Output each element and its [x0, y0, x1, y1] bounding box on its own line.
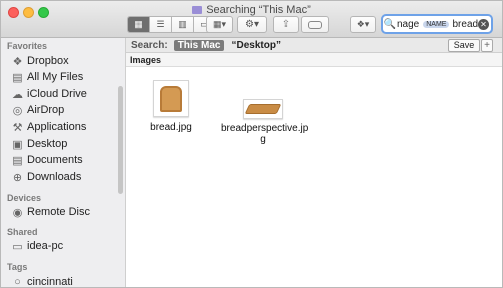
sidebar-item-idea-pc[interactable]: ▭ idea-pc [11, 238, 63, 254]
save-search-button[interactable]: Save [448, 39, 480, 52]
sidebar-heading-tags: Tags [7, 262, 28, 272]
file-item[interactable]: breadperspective.jp g [221, 99, 309, 145]
sidebar-item-desktop[interactable]: ▣ Desktop [11, 136, 67, 152]
file-thumbnail [153, 80, 189, 117]
sidebar-item-icloud-drive[interactable]: ☁ iCloud Drive [11, 86, 87, 102]
file-name-line-1: breadperspective.jp [221, 123, 309, 134]
list-view-icon: ☰ [156, 19, 165, 29]
toolbar: Searching “This Mac” ▦ ☰ ▥ ▭ ▦▾ ⚙▾ ⇪ ❖▾ … [1, 1, 502, 38]
share-icon: ⇪ [281, 19, 291, 30]
sidebar-item-applications[interactable]: ⚒ Applications [11, 119, 87, 135]
dropbox-icon: ❖ [12, 55, 23, 68]
arrange-button[interactable]: ▦▾ [206, 16, 233, 33]
bread-perspective-image-icon [244, 104, 282, 114]
sidebar-item-dropbox[interactable]: ❖ Dropbox [11, 53, 69, 69]
file-item[interactable]: bread.jpg [150, 80, 192, 133]
search-icon: 🔍 [383, 18, 397, 30]
cloud-icon: ☁ [12, 88, 23, 101]
remote-disc-icon: ◉ [12, 206, 23, 219]
search-name-token[interactable]: NAME [423, 20, 450, 28]
gear-icon: ⚙▾ [245, 19, 259, 30]
search-field[interactable]: 🔍 nage NAME bread ✕ [381, 14, 493, 34]
dropbox-icon: ❖▾ [356, 19, 370, 29]
downloads-icon: ⊕ [12, 171, 23, 184]
sidebar-item-documents[interactable]: ▤ Documents [11, 152, 83, 168]
pc-icon: ▭ [12, 240, 23, 253]
icon-view-button[interactable]: ▦ [128, 17, 150, 32]
search-scope-bar: Search: This Mac “Desktop” [126, 38, 502, 53]
arrange-icon: ▦▾ [212, 19, 227, 29]
search-token-value: bread [452, 18, 479, 30]
list-view-button[interactable]: ☰ [150, 17, 172, 32]
sidebar-heading-devices: Devices [7, 193, 42, 203]
file-name-line-2: g [260, 134, 266, 145]
sidebar-item-label: idea-pc [27, 240, 64, 252]
tag-icon: ○ [14, 276, 21, 288]
all-files-icon: ▤ [12, 71, 23, 84]
sidebar-item-label: Dropbox [27, 55, 69, 67]
view-mode-group: ▦ ☰ ▥ ▭ [127, 16, 216, 33]
sidebar-item-label: All My Files [27, 71, 84, 83]
icon-view-icon: ▦ [134, 19, 143, 29]
bread-image-icon [160, 85, 182, 112]
sidebar-heading-favorites: Favorites [7, 41, 48, 51]
sidebar-item-label: Desktop [27, 138, 68, 150]
clear-search-icon[interactable]: ✕ [478, 18, 489, 30]
sidebar-item-downloads[interactable]: ⊕ Downloads [11, 169, 82, 185]
scope-desktop[interactable]: “Desktop” [231, 40, 280, 51]
smart-folder-icon [192, 6, 203, 14]
edit-tags-button[interactable] [301, 16, 329, 33]
results-group-header: Images [126, 53, 502, 67]
scope-this-mac[interactable]: This Mac [173, 39, 225, 51]
sidebar-item-label: Applications [27, 121, 87, 133]
sidebar-item-airdrop[interactable]: ◎ AirDrop [11, 102, 65, 118]
desktop-icon: ▣ [12, 138, 23, 151]
file-thumbnail [243, 99, 283, 119]
window-title-text: Searching “This Mac” [206, 4, 311, 16]
add-criteria-button[interactable]: + [481, 39, 493, 52]
sidebar-item-label: Downloads [27, 171, 82, 183]
dropbox-toolbar-button[interactable]: ❖▾ [350, 16, 376, 33]
sidebar-item-label: Documents [27, 154, 83, 166]
sidebar-item-label: AirDrop [27, 104, 65, 116]
applications-icon: ⚒ [12, 121, 23, 134]
sidebar-item-label: iCloud Drive [27, 88, 87, 100]
sidebar-item-label: cincinnati [27, 276, 73, 288]
sidebar-item-all-my-files[interactable]: ▤ All My Files [11, 69, 83, 85]
sidebar-item-remote-disc[interactable]: ◉ Remote Disc [11, 204, 90, 220]
share-button[interactable]: ⇪ [273, 16, 299, 33]
search-scope-label: Search: [131, 39, 168, 51]
column-view-button[interactable]: ▥ [172, 17, 194, 32]
documents-icon: ▤ [12, 154, 23, 167]
sidebar-heading-shared: Shared [7, 227, 38, 237]
finder-window: Searching “This Mac” ▦ ☰ ▥ ▭ ▦▾ ⚙▾ ⇪ ❖▾ … [0, 0, 503, 288]
action-button[interactable]: ⚙▾ [237, 16, 267, 33]
sidebar-item-tag-cincinnati[interactable]: ○ cincinnati [11, 274, 73, 288]
column-view-icon: ▥ [178, 19, 187, 29]
file-name: bread.jpg [150, 122, 192, 133]
sidebar-scrollbar[interactable] [118, 86, 123, 194]
airdrop-icon: ◎ [12, 104, 23, 117]
sidebar-item-label: Remote Disc [27, 206, 90, 218]
sidebar: Favorites ❖ Dropbox ▤ All My Files ☁ iCloud… [1, 38, 126, 288]
search-kind-text: nage [397, 18, 420, 30]
tag-icon [308, 20, 322, 29]
